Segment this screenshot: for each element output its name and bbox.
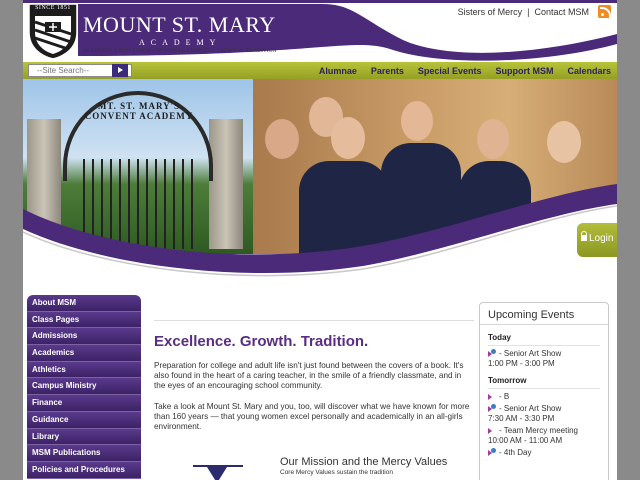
student-face [477, 119, 509, 159]
sidebar-item-policies-and-procedures[interactable]: Policies and Procedures [27, 461, 141, 479]
nav-item-support-msm[interactable]: Support MSM [495, 66, 553, 76]
top-link-contact-msm[interactable]: Contact MSM [534, 7, 589, 17]
event-title[interactable]: - Senior Art Show [499, 404, 561, 413]
event-item[interactable]: - Team Mercy meeting [488, 426, 600, 435]
event-time: 1:00 PM - 3:00 PM [488, 359, 555, 368]
events-day-label: Tomorrow [488, 376, 527, 385]
event-item[interactable]: - B [488, 392, 600, 401]
student-face [401, 101, 433, 141]
sidebar-menu: About MSM Class Pages Admissions Academi… [27, 295, 141, 479]
crest-since-text: SINCE 1851 [35, 5, 71, 11]
nav-item-parents[interactable]: Parents [371, 66, 404, 76]
nav-items: Alumnae Parents Special Events Support M… [319, 62, 611, 79]
sidebar-item-admissions[interactable]: Admissions [27, 328, 141, 346]
event-item[interactable]: - 4th Day [488, 448, 600, 457]
event-category-icon [488, 349, 497, 358]
student-face [265, 119, 299, 159]
sidebar-item-about-msm[interactable]: About MSM [27, 295, 141, 312]
event-category-icon [488, 393, 497, 401]
events-title: Upcoming Events [480, 303, 608, 325]
sidebar-item-academics[interactable]: Academics [27, 345, 141, 362]
login-label: Login [589, 233, 614, 244]
sidebar-item-class-pages[interactable]: Class Pages [27, 311, 141, 329]
page-headline: Excellence. Growth. Tradition. [154, 333, 369, 350]
top-links: Sisters of Mercy | Contact MSM [458, 7, 589, 17]
events-day-divider [488, 345, 600, 346]
events-day-label: Today [488, 333, 511, 342]
event-title[interactable]: - 4th Day [499, 448, 531, 457]
event-time: 10:00 AM - 11:00 AM [488, 436, 563, 445]
rss-icon[interactable] [598, 5, 611, 18]
brand-subtitle: ACADEMY [139, 38, 222, 47]
brand-title[interactable]: MOUNT ST. MARY [83, 12, 276, 38]
events-day-divider [488, 388, 600, 389]
nav-item-special-events[interactable]: Special Events [418, 66, 482, 76]
main-navbar: Alumnae Parents Special Events Support M… [23, 62, 617, 79]
lock-icon [581, 231, 587, 241]
top-link-separator: | [527, 7, 530, 17]
sidebar-item-library[interactable]: Library [27, 428, 141, 446]
sidebar-item-campus-ministry[interactable]: Campus Ministry [27, 378, 141, 396]
hero-banner: MT. ST. MARY'S CONVENT ACADEMY Login [23, 79, 617, 279]
page: SINCE 1851 MOUNT ST. MARY ACADEMY ACADEM… [23, 0, 617, 480]
login-button[interactable]: Login [577, 223, 617, 257]
mercy-cross-logo [193, 465, 243, 480]
sidebar-item-finance[interactable]: Finance [27, 395, 141, 412]
nav-item-alumnae[interactable]: Alumnae [319, 66, 357, 76]
brand-tagline: ACADEMIC EXCELLENCE • SPIRITUAL GROWTH •… [83, 49, 277, 54]
school-crest-logo[interactable]: SINCE 1851 [25, 2, 81, 60]
upcoming-events-panel: Upcoming Events Today - Senior Art Show … [479, 302, 609, 480]
event-category-icon [488, 404, 497, 413]
sidebar-item-guidance[interactable]: Guidance [27, 411, 141, 429]
mission-title[interactable]: Our Mission and the Mercy Values [280, 456, 447, 468]
event-title[interactable]: - B [499, 392, 509, 401]
history-paragraph: Take a look at Mount St. Mary and you, t… [154, 402, 470, 432]
event-category-icon [488, 427, 497, 435]
event-title[interactable]: - Senior Art Show [499, 349, 561, 358]
content-divider [154, 320, 474, 321]
site-header: SINCE 1851 MOUNT ST. MARY ACADEMY ACADEM… [23, 0, 617, 62]
event-item[interactable]: - Senior Art Show [488, 349, 600, 358]
nav-item-calendars[interactable]: Calendars [567, 66, 611, 76]
banner-wave [23, 184, 617, 279]
student-face [547, 121, 581, 163]
event-title[interactable]: - Team Mercy meeting [499, 426, 578, 435]
sidebar-item-msm-publications[interactable]: MSM Publications [27, 445, 141, 462]
sidebar-item-athletics[interactable]: Athletics [27, 361, 141, 379]
events-list: Today - Senior Art Show 1:00 PM - 3:00 P… [480, 333, 608, 457]
search-submit-button[interactable] [112, 64, 128, 77]
intro-paragraph: Preparation for college and adult life i… [154, 361, 464, 391]
gate-arch-text: MT. ST. MARY'S CONVENT ACADEMY [84, 101, 194, 121]
student-face [331, 117, 365, 159]
mission-text: Core Mercy Values sustain the tradition [280, 469, 393, 476]
event-category-icon [488, 448, 497, 457]
event-time: 7:30 AM - 3:30 PM [488, 414, 555, 423]
top-link-sisters-of-mercy[interactable]: Sisters of Mercy [458, 7, 523, 17]
event-item[interactable]: - Senior Art Show [488, 404, 600, 413]
